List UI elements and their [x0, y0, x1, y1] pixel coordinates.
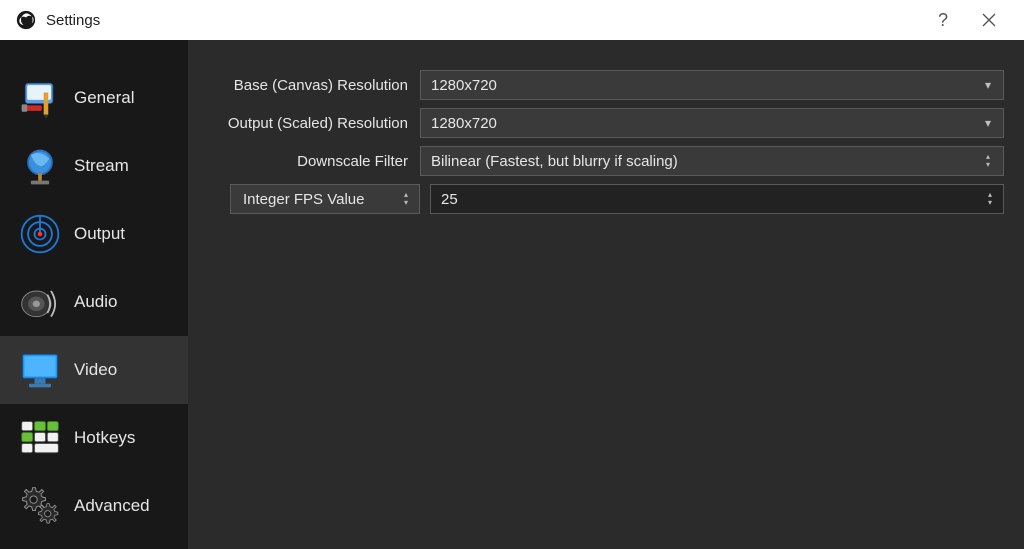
sidebar-item-label: Video	[74, 360, 117, 380]
chevron-down-icon: ▾	[981, 116, 995, 130]
app-icon	[16, 10, 36, 30]
output-resolution-label: Output (Scaled) Resolution	[198, 115, 420, 132]
downscale-filter-value: Bilinear (Fastest, but blurry if scaling…	[431, 153, 981, 170]
audio-icon	[16, 278, 64, 326]
chevron-down-icon: ▾	[981, 78, 995, 92]
fps-value: 25	[441, 191, 983, 208]
sidebar-item-label: Stream	[74, 156, 129, 176]
sidebar-item-label: Output	[74, 224, 125, 244]
help-button[interactable]: ?	[920, 0, 966, 40]
video-icon	[16, 346, 64, 394]
sidebar-item-audio[interactable]: Audio	[0, 268, 188, 336]
hotkeys-icon	[16, 414, 64, 462]
sidebar-item-general[interactable]: General	[0, 64, 188, 132]
base-resolution-label: Base (Canvas) Resolution	[198, 77, 420, 94]
window-title: Settings	[46, 12, 100, 29]
spinner-icon: ▴▾	[399, 191, 413, 207]
titlebar: Settings ?	[0, 0, 1024, 40]
general-icon	[16, 74, 64, 122]
spinner-icon: ▴▾	[981, 153, 995, 169]
sidebar-item-stream[interactable]: Stream	[0, 132, 188, 200]
output-resolution-combo[interactable]: 1280x720 ▾	[420, 108, 1004, 138]
output-icon	[16, 210, 64, 258]
downscale-filter-combo[interactable]: Bilinear (Fastest, but blurry if scaling…	[420, 146, 1004, 176]
fps-value-input[interactable]: 25 ▴▾	[430, 184, 1004, 214]
sidebar-item-label: Advanced	[74, 496, 150, 516]
stream-icon	[16, 142, 64, 190]
downscale-filter-label: Downscale Filter	[198, 153, 420, 170]
output-resolution-value: 1280x720	[431, 115, 981, 132]
sidebar-item-advanced[interactable]: Advanced	[0, 472, 188, 540]
base-resolution-value: 1280x720	[431, 77, 981, 94]
close-button[interactable]	[966, 0, 1012, 40]
sidebar-item-label: Audio	[74, 292, 117, 312]
settings-sidebar: General Stream	[0, 40, 188, 549]
sidebar-item-label: Hotkeys	[74, 428, 135, 448]
sidebar-item-label: General	[74, 88, 134, 108]
fps-type-value: Integer FPS Value	[243, 191, 399, 208]
sidebar-item-hotkeys[interactable]: Hotkeys	[0, 404, 188, 472]
sidebar-item-output[interactable]: Output	[0, 200, 188, 268]
spinner-icon: ▴▾	[983, 191, 997, 207]
advanced-icon	[16, 482, 64, 530]
fps-type-combo[interactable]: Integer FPS Value ▴▾	[230, 184, 420, 214]
video-settings-panel: Base (Canvas) Resolution 1280x720 ▾ Outp…	[188, 40, 1024, 549]
base-resolution-combo[interactable]: 1280x720 ▾	[420, 70, 1004, 100]
sidebar-item-video[interactable]: Video	[0, 336, 188, 404]
